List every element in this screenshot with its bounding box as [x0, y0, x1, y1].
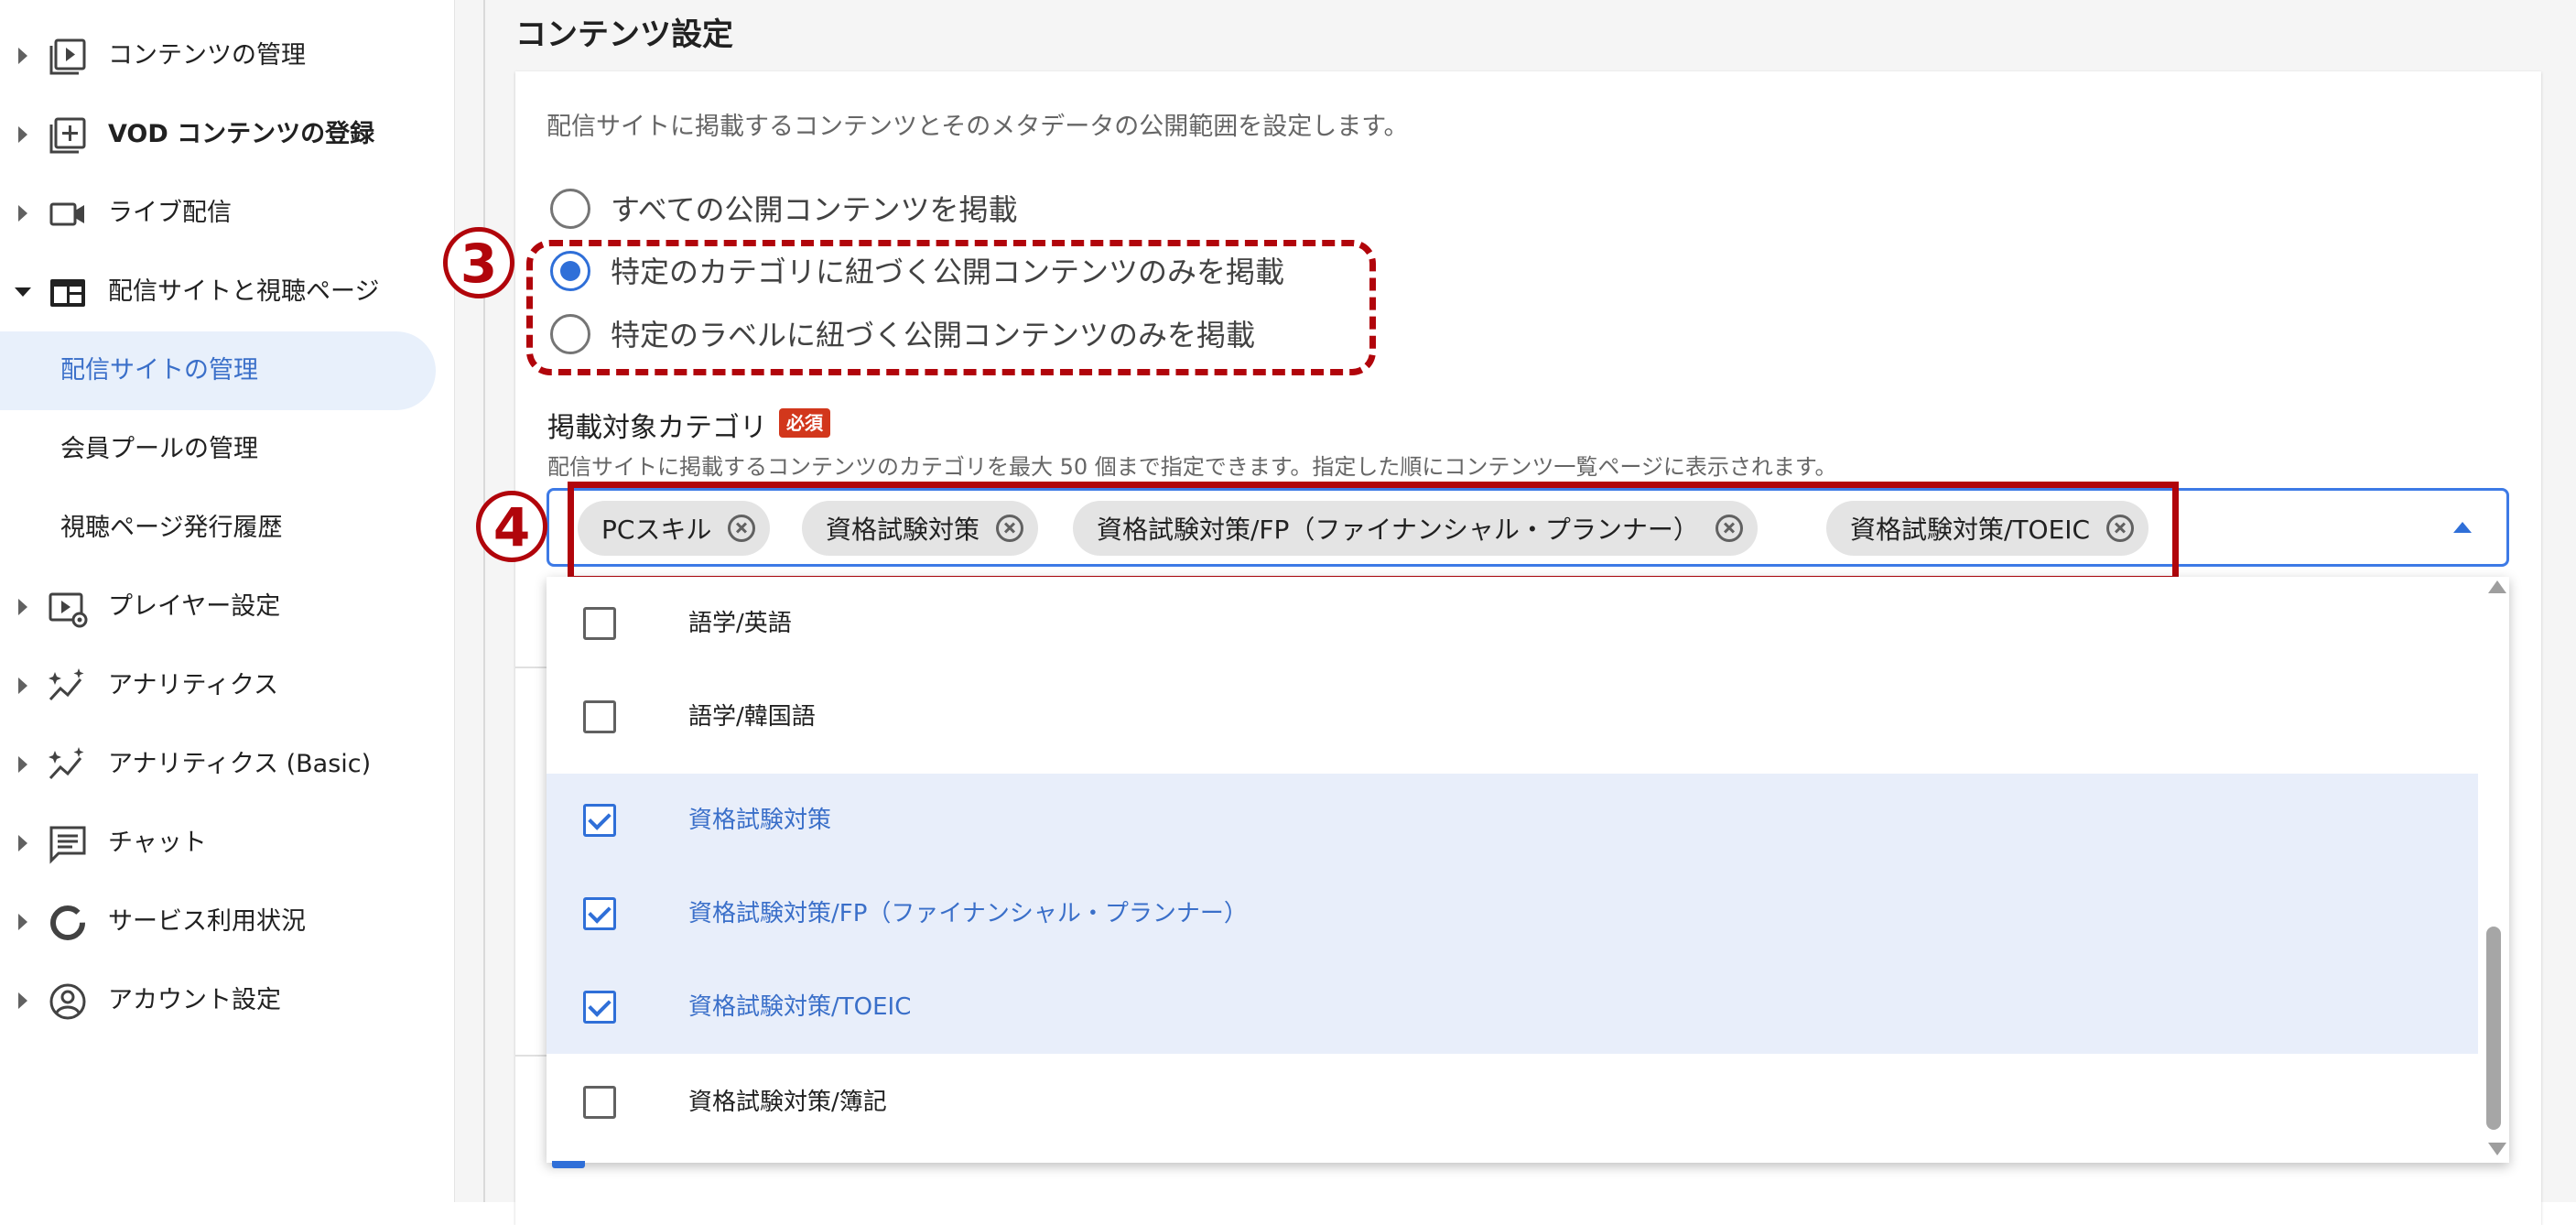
- expand-caret-icon: [18, 835, 27, 851]
- required-badge: 必須: [779, 408, 830, 438]
- play-library-icon: [49, 38, 86, 75]
- option-label: 資格試験対策/簿記: [688, 1089, 887, 1116]
- sidebar-item-analytics[interactable]: アナリティクス: [0, 646, 454, 725]
- section-title: コンテンツ設定: [515, 16, 733, 53]
- expand-caret-icon: [18, 756, 27, 773]
- checkbox-checked[interactable]: [583, 897, 616, 930]
- dropdown-option-selected[interactable]: 資格試験対策/FP（ファイナンシャル・プランナー）: [547, 867, 2478, 960]
- sidebar-item-player-settings[interactable]: プレイヤー設定: [0, 568, 454, 646]
- sidebar-item-label: アナリティクス: [108, 671, 279, 699]
- collapse-caret-icon: [15, 287, 31, 297]
- sidebar-item-account-settings[interactable]: アカウント設定: [0, 961, 454, 1040]
- sidebar-subitem-label: 配信サイトの管理: [60, 356, 258, 385]
- partially-hidden-checkbox: [552, 1161, 585, 1168]
- dropdown-option-selected[interactable]: 資格試験対策: [547, 774, 2478, 867]
- option-label: 語学/韓国語: [688, 703, 816, 731]
- scroll-up-arrow-icon[interactable]: [2488, 580, 2506, 593]
- dropdown-option[interactable]: 資格試験対策/簿記: [547, 1056, 2478, 1149]
- chat-icon: [49, 826, 86, 864]
- radio-all-content[interactable]: [550, 189, 590, 229]
- sidebar-item-label: ライブ配信: [108, 199, 232, 227]
- expand-caret-icon: [18, 599, 27, 615]
- expand-caret-icon: [18, 914, 27, 930]
- sidebar-item-label: VOD コンテンツの登録: [108, 120, 375, 148]
- scroll-down-arrow-icon[interactable]: [2488, 1143, 2506, 1155]
- checkbox[interactable]: [583, 607, 616, 640]
- checkbox[interactable]: [583, 1086, 616, 1119]
- chevron-up-icon[interactable]: [2453, 522, 2472, 533]
- sidebar-subitem-member-pool[interactable]: 会員プールの管理: [0, 410, 436, 489]
- annotation-step-3: 3: [443, 227, 514, 298]
- sidebar-item-label: プレイヤー設定: [108, 592, 281, 621]
- expand-caret-icon: [18, 992, 27, 1009]
- sidebar-subitem-site-management[interactable]: 配信サイトの管理: [0, 331, 436, 410]
- radio-label-all-content[interactable]: すべての公開コンテンツを掲載: [611, 187, 1017, 229]
- sidebar-item-label: アカウント設定: [108, 986, 281, 1014]
- sidebar-item-label: サービス利用状況: [108, 907, 306, 936]
- option-label: 資格試験対策/TOEIC: [688, 993, 912, 1021]
- web-page-icon: [50, 279, 85, 307]
- card-divider: [515, 1055, 547, 1057]
- option-label: 資格試験対策: [688, 807, 832, 834]
- add-library-icon: [49, 117, 86, 154]
- checkbox[interactable]: [583, 700, 616, 733]
- sidebar-item-analytics-basic[interactable]: アナリティクス (Basic): [0, 725, 454, 804]
- analytics-icon: [49, 747, 84, 780]
- dropdown-option-selected[interactable]: 資格試験対策/TOEIC: [547, 960, 2478, 1054]
- sidebar-item-vod-registration[interactable]: VOD コンテンツの登録: [0, 95, 454, 174]
- sidebar: コンテンツの管理 VOD コンテンツの登録 ライブ配信 配信サイトと視聴ページ …: [0, 0, 455, 1202]
- video-camera-icon: [49, 202, 84, 226]
- expand-caret-icon: [18, 48, 27, 64]
- dropdown-option[interactable]: 語学/韓国語: [547, 670, 2478, 764]
- sidebar-item-label: 配信サイトと視聴ページ: [108, 277, 380, 306]
- sidebar-subitem-label: 視聴ページ発行履歴: [60, 514, 283, 542]
- expand-caret-icon: [18, 205, 27, 222]
- checkbox-checked[interactable]: [583, 991, 616, 1024]
- annotation-solid-frame: [568, 482, 2179, 582]
- scrollbar-thumb[interactable]: [2486, 927, 2501, 1130]
- analytics-icon: [49, 668, 84, 701]
- content-divider: [483, 0, 485, 1202]
- sidebar-item-label: チャット: [108, 829, 207, 857]
- sidebar-item-live[interactable]: ライブ配信: [0, 174, 454, 253]
- sidebar-item-chat[interactable]: チャット: [0, 804, 454, 883]
- option-label: 資格試験対策/FP（ファイナンシャル・プランナー）: [688, 900, 1248, 927]
- category-dropdown: 語学/英語 語学/韓国語 資格試験対策 資格試験対策/FP（ファイナンシャル・プ…: [547, 577, 2509, 1163]
- account-circle-icon: [49, 983, 86, 1020]
- annotation-dashed-frame: [526, 240, 1376, 375]
- sidebar-subitem-label: 会員プールの管理: [60, 435, 258, 463]
- category-field-help: 配信サイトに掲載するコンテンツのカテゴリを最大 50 個まで指定できます。指定し…: [547, 454, 1837, 480]
- card-divider: [515, 667, 547, 668]
- player-settings-icon: [49, 592, 88, 628]
- sidebar-item-sites[interactable]: 配信サイトと視聴ページ: [0, 253, 454, 331]
- usage-donut-icon: [50, 905, 85, 940]
- sidebar-subitem-issue-history[interactable]: 視聴ページ発行履歴: [0, 489, 436, 568]
- annotation-step-4: 4: [476, 491, 547, 562]
- checkbox-checked[interactable]: [583, 804, 616, 837]
- section-description: 配信サイトに掲載するコンテンツとそのメタデータの公開範囲を設定します。: [547, 113, 1409, 141]
- sidebar-item-content-management[interactable]: コンテンツの管理: [0, 16, 454, 95]
- category-field-label: 掲載対象カテゴリ: [547, 412, 767, 444]
- expand-caret-icon: [18, 126, 27, 143]
- sidebar-item-label: アナリティクス (Basic): [108, 750, 372, 778]
- dropdown-option[interactable]: 語学/英語: [547, 577, 2478, 670]
- expand-caret-icon: [18, 678, 27, 694]
- sidebar-item-label: コンテンツの管理: [108, 41, 306, 70]
- sidebar-item-usage[interactable]: サービス利用状況: [0, 883, 454, 961]
- option-label: 語学/英語: [688, 610, 792, 637]
